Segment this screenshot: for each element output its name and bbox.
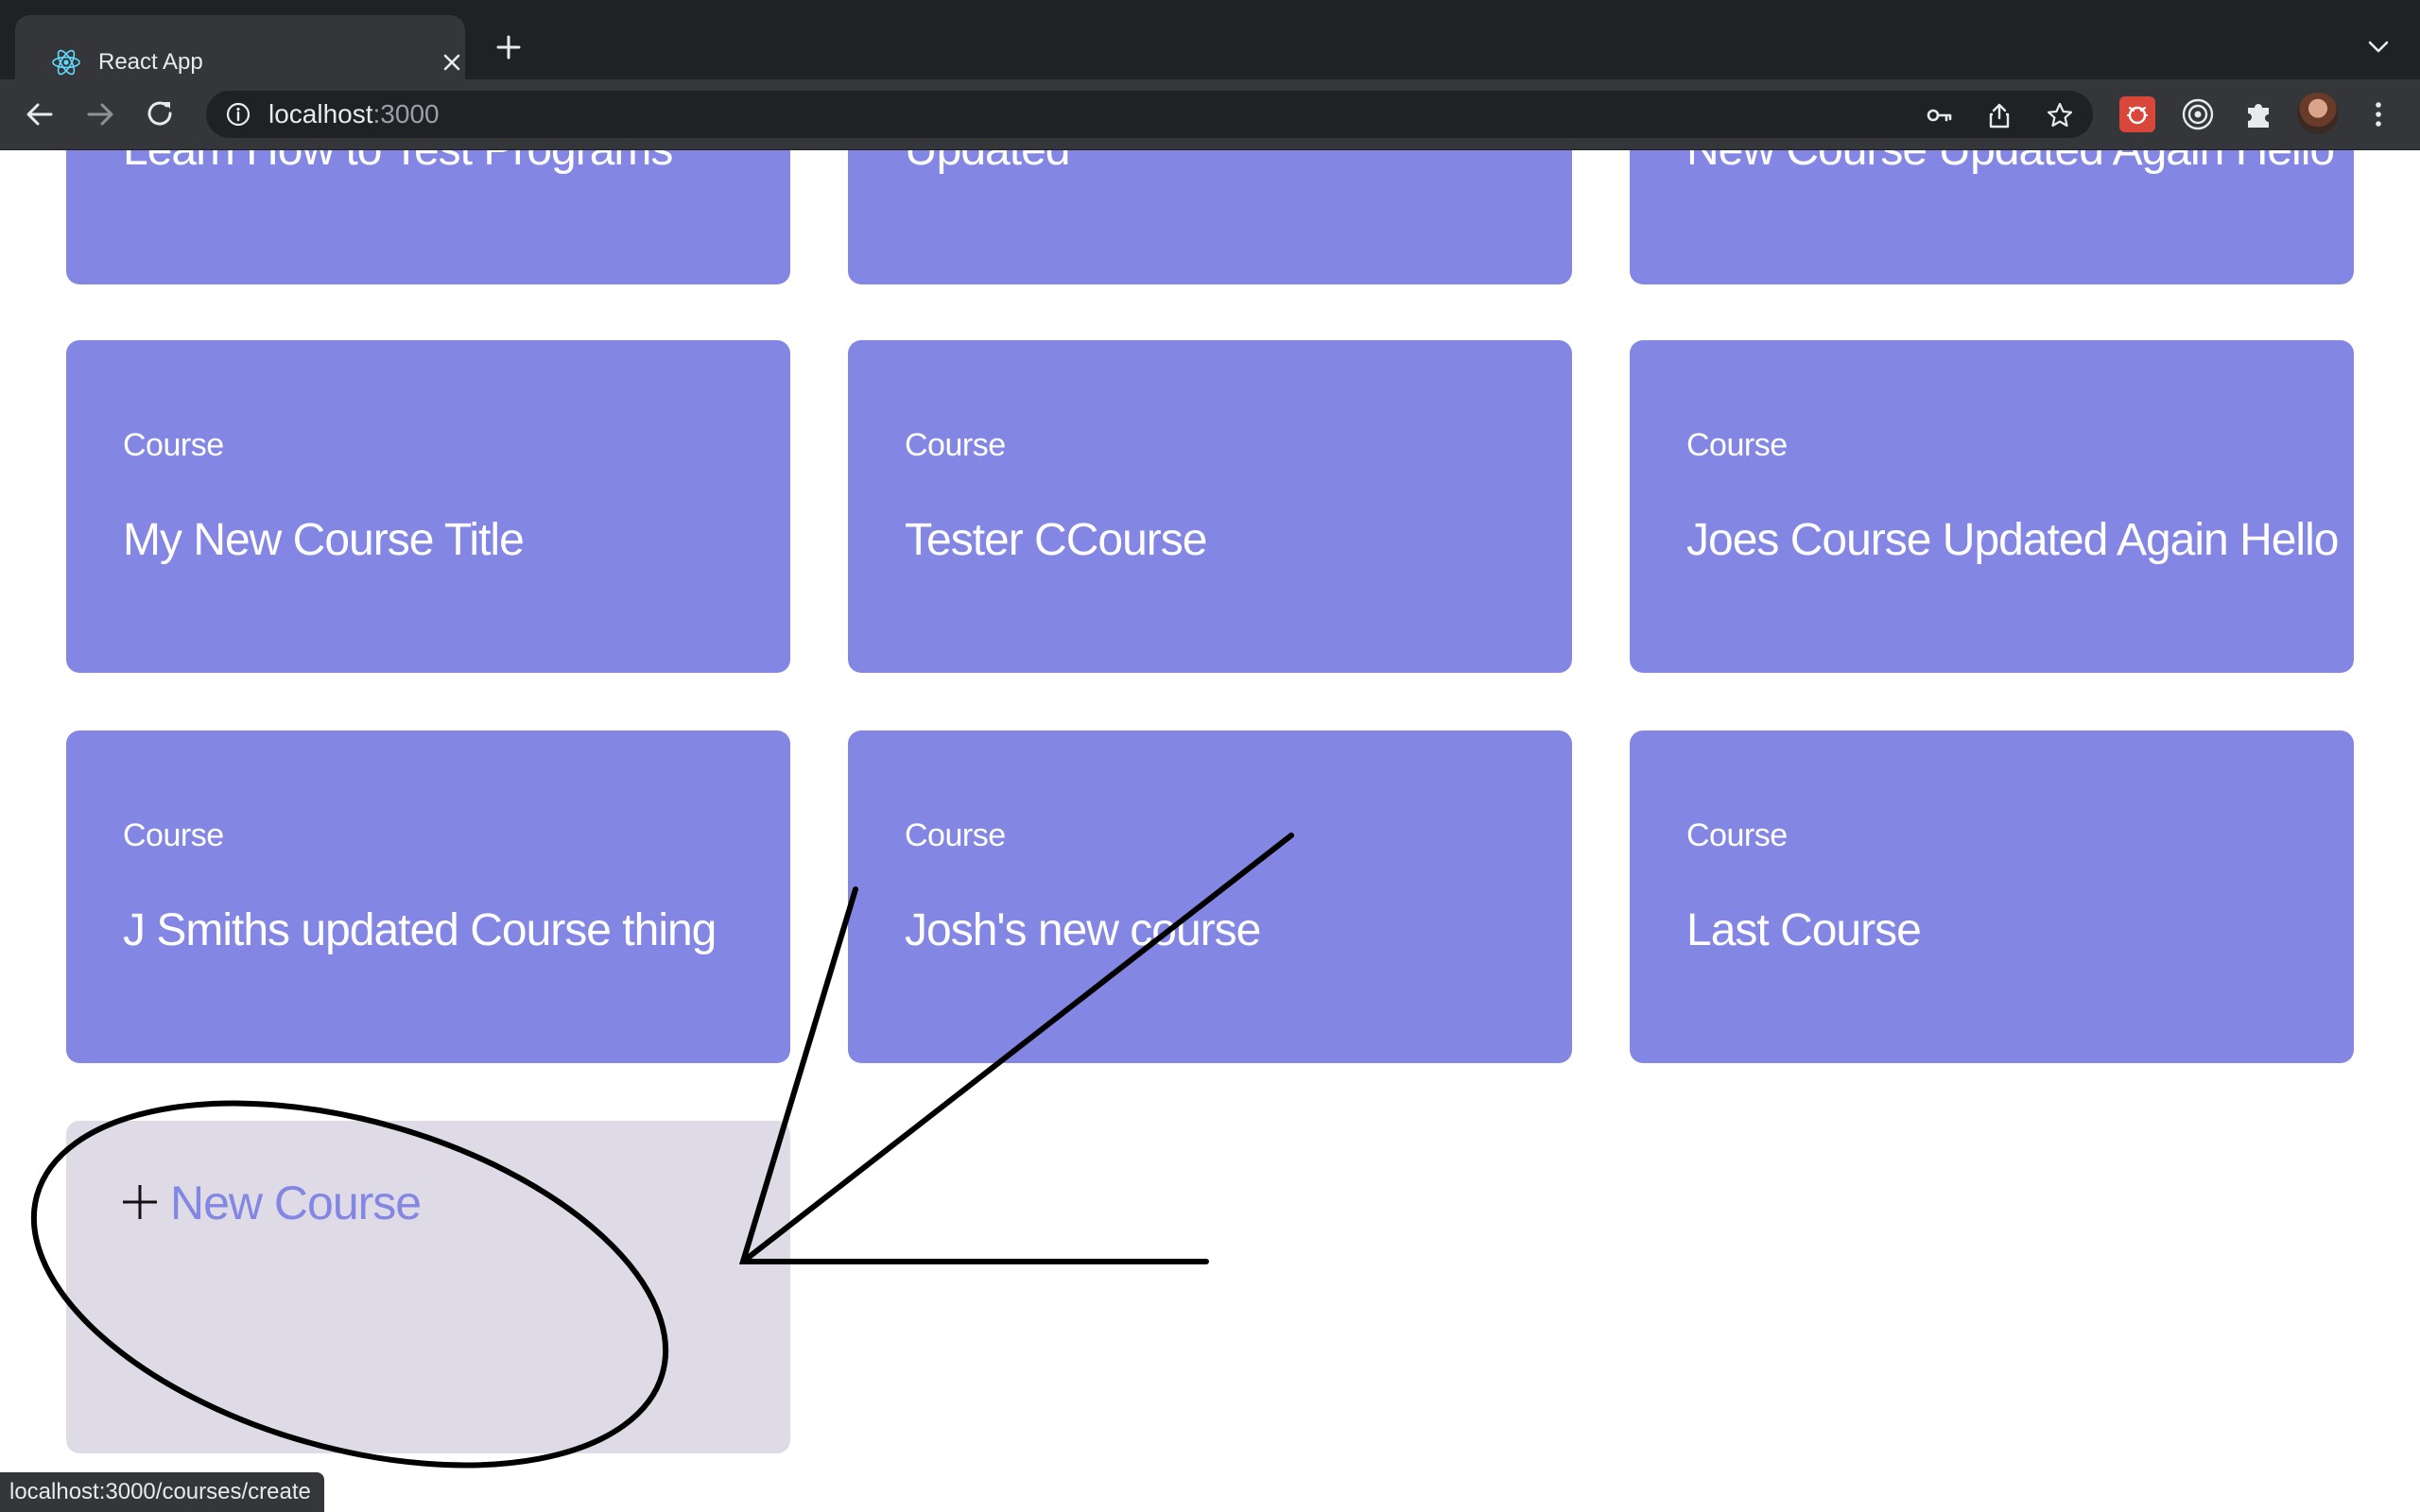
course-card[interactable]: Course Tester CCourse bbox=[848, 340, 1572, 673]
course-card[interactable]: Course Joes Course Updated Again Hello bbox=[1630, 340, 2354, 673]
url-port: :3000 bbox=[372, 99, 440, 129]
link-status-bubble: localhost:3000/courses/create bbox=[0, 1472, 324, 1512]
course-card[interactable]: Updated bbox=[848, 150, 1572, 284]
course-type-label: Course bbox=[905, 817, 1006, 853]
new-tab-icon[interactable] bbox=[493, 32, 524, 62]
new-course-card[interactable]: New Course bbox=[66, 1121, 790, 1453]
course-card[interactable]: Course My New Course Title bbox=[66, 340, 790, 673]
course-type-label: Course bbox=[905, 427, 1006, 463]
course-title: Josh's new course bbox=[905, 905, 1261, 955]
tab-title: React App bbox=[98, 49, 203, 75]
course-card[interactable]: New Course Updated Again Hello bbox=[1630, 150, 2354, 284]
puzzle-extensions-icon[interactable] bbox=[2240, 96, 2276, 132]
course-card[interactable]: Learn How to Test Programs bbox=[66, 150, 790, 284]
course-type-label: Course bbox=[123, 427, 224, 463]
course-title: New Course Updated Again Hello bbox=[1686, 150, 2335, 176]
share-icon[interactable] bbox=[1985, 101, 2014, 129]
back-arrow-icon[interactable] bbox=[23, 97, 57, 131]
react-logo-icon bbox=[52, 49, 80, 76]
course-title: Last Course bbox=[1686, 905, 1922, 955]
course-card[interactable]: Course Josh's new course bbox=[848, 730, 1572, 1063]
extension-red-icon[interactable] bbox=[2119, 96, 2155, 132]
close-tab-icon[interactable] bbox=[439, 49, 465, 76]
course-card[interactable]: Course J Smiths updated Course thing bbox=[66, 730, 790, 1063]
course-title: Tester CCourse bbox=[905, 515, 1207, 565]
chevron-down-icon[interactable] bbox=[2363, 34, 2394, 60]
profile-avatar[interactable] bbox=[2297, 93, 2339, 134]
course-title: Joes Course Updated Again Hello bbox=[1686, 515, 2339, 565]
url-host: localhost bbox=[268, 99, 373, 129]
site-info-icon[interactable] bbox=[225, 101, 251, 128]
reload-icon[interactable] bbox=[144, 97, 178, 131]
key-icon[interactable] bbox=[1925, 101, 1953, 129]
plus-icon bbox=[123, 1185, 157, 1219]
forward-arrow-icon[interactable] bbox=[83, 97, 117, 131]
course-title: Learn How to Test Programs bbox=[123, 150, 673, 176]
address-bar[interactable]: localhost:3000 bbox=[206, 91, 2093, 138]
url-text[interactable]: localhost:3000 bbox=[268, 97, 440, 131]
page-viewport: Learn How to Test Programs Updated New C… bbox=[0, 150, 2420, 1512]
course-title: My New Course Title bbox=[123, 515, 525, 565]
course-type-label: Course bbox=[1686, 427, 1788, 463]
browser-tab[interactable]: React App bbox=[15, 15, 465, 79]
kebab-menu-icon[interactable] bbox=[2361, 97, 2395, 131]
bug-icon bbox=[2126, 106, 2149, 125]
new-course-label: New Course bbox=[170, 1177, 422, 1229]
course-type-label: Course bbox=[123, 817, 224, 853]
course-type-label: Course bbox=[1686, 817, 1788, 853]
bookmark-star-icon[interactable] bbox=[2046, 101, 2074, 129]
course-title: Updated bbox=[905, 150, 1070, 176]
course-card[interactable]: Course Last Course bbox=[1630, 730, 2354, 1063]
target-extension-icon[interactable] bbox=[2180, 96, 2216, 132]
course-title: J Smiths updated Course thing bbox=[123, 905, 717, 955]
browser-tabstrip: React App bbox=[0, 0, 2420, 79]
